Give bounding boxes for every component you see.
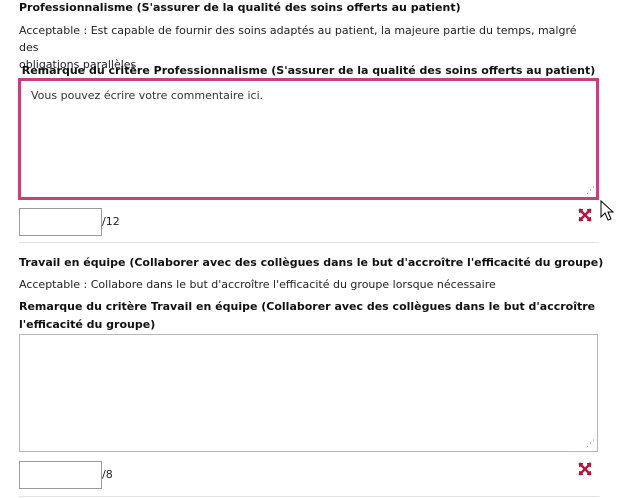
evaluation-form: Professionnalisme (S'assurer de la quali… [0, 0, 617, 498]
clear-x-icon[interactable] [578, 462, 592, 476]
criterion-level-travail-equipe: Acceptable : Collabore dans le but d'acc… [19, 278, 496, 291]
criterion-title-travail-equipe: Travail en équipe (Collaborer avec des c… [19, 256, 604, 269]
remark-label-travail-equipe: Remarque du critère Travail en équipe (C… [19, 298, 599, 334]
clear-x-icon[interactable] [578, 208, 592, 222]
remark-label-line-1: Remarque du critère Travail en équipe (C… [19, 300, 596, 313]
comment-textarea-professionnalisme[interactable]: Vous pouvez écrire votre commentaire ici… [18, 78, 599, 200]
resize-grip-icon[interactable]: ⋰ [585, 439, 595, 449]
criterion-level-line-1: Acceptable : Est capable de fournir des … [19, 24, 577, 54]
score-max-travail-equipe: /8 [102, 468, 113, 481]
score-input-professionnalisme[interactable] [19, 208, 102, 236]
score-max-professionnalisme: /12 [102, 215, 120, 228]
score-input-travail-equipe[interactable] [19, 461, 102, 489]
remark-label-line-2: l'efficacité du groupe) [19, 318, 156, 331]
resize-grip-icon[interactable]: ⋰ [585, 186, 595, 196]
mouse-pointer-icon [600, 200, 615, 221]
section-divider [19, 496, 599, 497]
comment-textarea-travail-equipe[interactable] [19, 334, 598, 452]
section-divider [19, 242, 599, 243]
criterion-title-professionnalisme: Professionnalisme (S'assurer de la quali… [19, 1, 461, 14]
